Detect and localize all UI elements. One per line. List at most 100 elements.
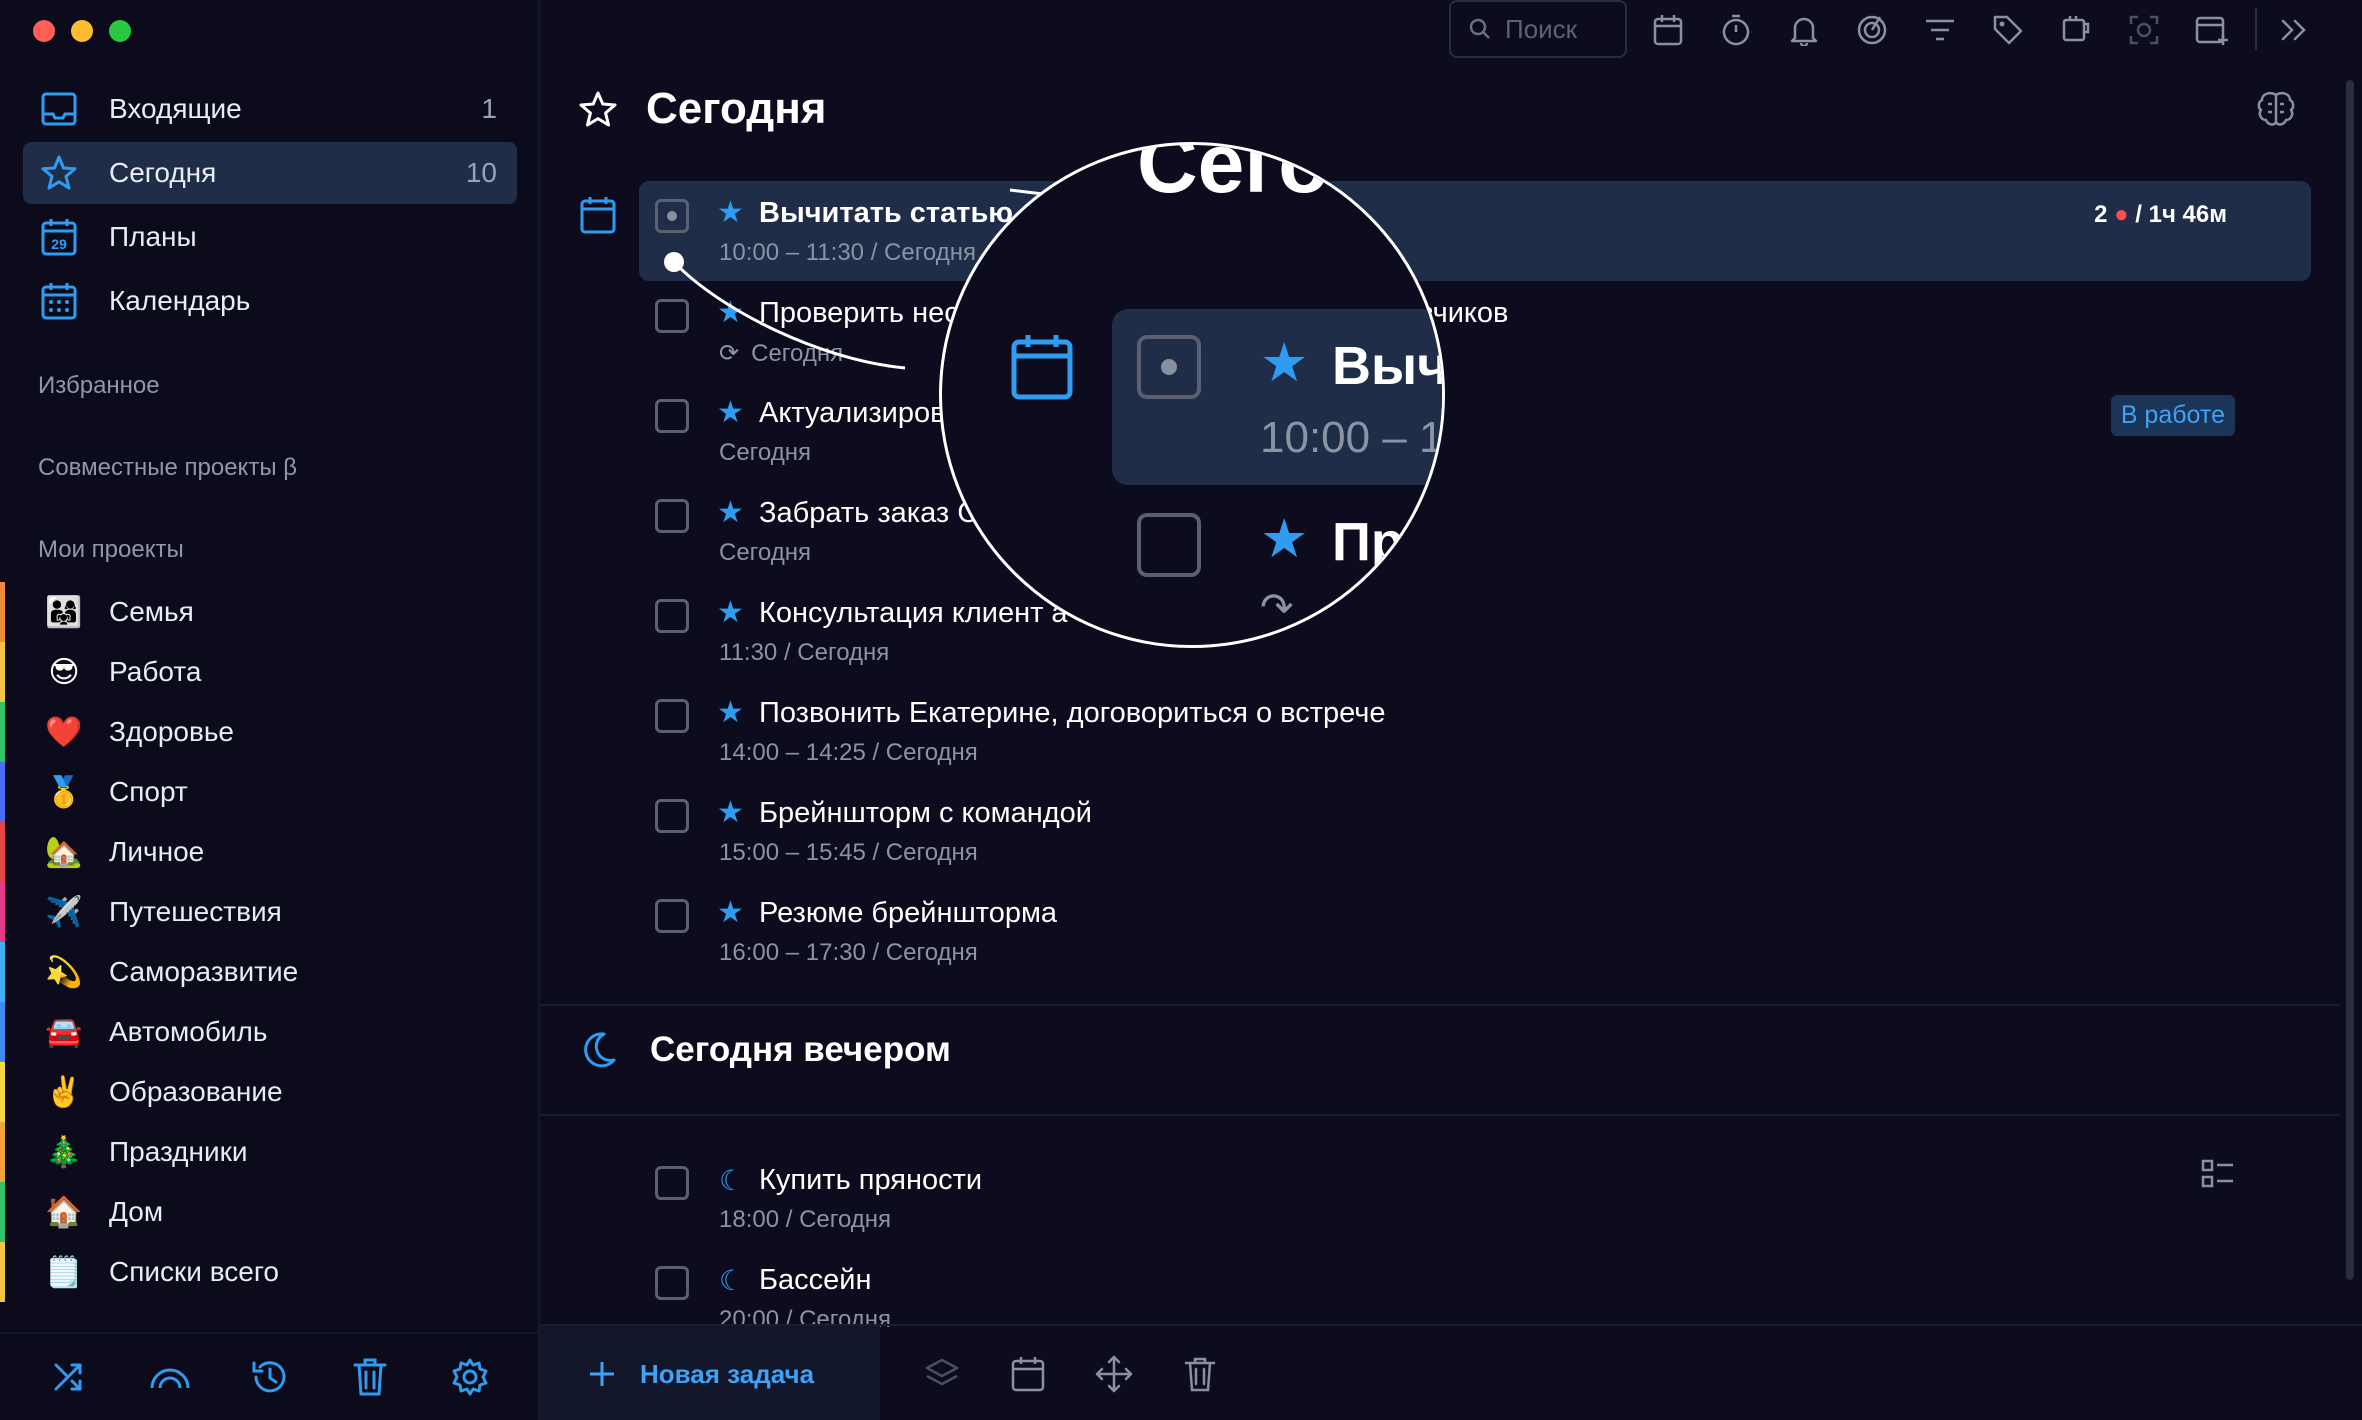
move-button[interactable] [1092, 1352, 1136, 1396]
layers-icon [925, 1358, 959, 1386]
new-task-label: Новая задача [640, 1358, 815, 1389]
project-item[interactable]: 😎 Работа [0, 642, 540, 702]
task-row[interactable]: ★ Забрать заказ С Сегодня [639, 481, 2311, 581]
task-checkbox[interactable] [655, 199, 689, 233]
star-icon: ★ [717, 696, 744, 729]
arc-icon [150, 1368, 190, 1389]
focus-toolbar-button[interactable] [1852, 10, 1892, 50]
project-item[interactable]: 🏡 Личное [0, 822, 540, 882]
moon-icon [584, 1032, 616, 1068]
bell-icon [1790, 17, 1818, 46]
magnified-task-title: Пр [1332, 512, 1404, 572]
close-window-button[interactable] [33, 20, 55, 42]
project-item[interactable]: 👨‍👩‍👧 Семья [0, 582, 540, 642]
project-label: Здоровье [109, 716, 235, 747]
schedule-button[interactable] [1006, 1352, 1050, 1396]
project-color-bar [0, 942, 5, 1002]
task-row[interactable]: ★ Вычитать статью с правки 10:00 – 11:30… [639, 181, 2311, 281]
task-checkbox[interactable] [655, 499, 689, 533]
rainbow-button[interactable] [146, 1353, 194, 1401]
scrollbar[interactable] [2346, 80, 2354, 1280]
sidebar-bottom-bar [0, 1332, 540, 1420]
shared-projects-section-title[interactable]: Совместные проекты β [38, 454, 297, 482]
red-dot-icon: ● [2114, 201, 2129, 228]
minimize-window-button[interactable] [71, 20, 93, 42]
project-emoji-icon: 😎 [48, 655, 80, 689]
brain-button[interactable] [2256, 90, 2296, 133]
task-checkbox[interactable] [655, 1166, 689, 1200]
project-item[interactable]: 🏠 Дом [0, 1182, 540, 1242]
nav-calendar[interactable]: Календарь [23, 270, 517, 332]
moon-icon: ☾ [719, 1165, 745, 1196]
nav-plans[interactable]: 29 Планы [23, 206, 517, 268]
task-checkbox[interactable] [655, 699, 689, 733]
maximize-window-button[interactable] [109, 20, 131, 42]
magnified-checkbox [1137, 335, 1201, 399]
project-item[interactable]: 💫 Саморазвитие [0, 942, 540, 1002]
collapse-panel-button[interactable] [2274, 10, 2314, 50]
break-toolbar-button[interactable] [2056, 10, 2096, 50]
task-checkbox[interactable] [655, 799, 689, 833]
task-checkbox[interactable] [655, 599, 689, 633]
notifications-toolbar-button[interactable] [1784, 10, 1824, 50]
project-label: Образование [109, 1076, 283, 1107]
add-event-toolbar-button[interactable] [2192, 10, 2232, 50]
task-row[interactable]: ★ Консультация клиент а 11:30 / Сегодня [639, 581, 2311, 681]
calendar-toolbar-button[interactable] [1648, 10, 1688, 50]
task-row[interactable]: ★ Актуализировать Сегодня В работе [639, 381, 2311, 481]
screenshot-toolbar-button[interactable] [2124, 10, 2164, 50]
task-meta: 15:00 – 15:45 / Сегодня [719, 839, 978, 866]
repeat-icon: ⟳ [719, 340, 740, 367]
task-checkbox[interactable] [655, 399, 689, 433]
task-checkbox[interactable] [655, 299, 689, 333]
project-item[interactable]: ✈️ Путешествия [0, 882, 540, 942]
evening-section-header: Сегодня вечером [578, 1030, 951, 1070]
project-emoji-icon: 💫 [45, 955, 83, 989]
task-checkbox[interactable] [655, 1266, 689, 1300]
task-row[interactable]: ☾ Купить пряности 18:00 / Сегодня [639, 1148, 2311, 1248]
project-emoji-icon: 🏡 [45, 835, 83, 869]
favorites-section-title[interactable]: Избранное [38, 372, 160, 400]
delete-button[interactable] [1178, 1352, 1222, 1396]
task-row[interactable]: ★ Резюме брейншторма 16:00 – 17:30 / Сег… [639, 881, 2311, 981]
task-row[interactable]: ★ Проверить несколько свежих документов … [639, 281, 2311, 381]
star-icon: ★ [717, 196, 744, 229]
checklist-icon[interactable] [2201, 1158, 2235, 1195]
layers-button[interactable] [920, 1352, 964, 1396]
my-projects-section-title[interactable]: Мои проекты [38, 536, 184, 564]
project-color-bar [0, 1062, 5, 1122]
nav-today[interactable]: Сегодня 10 [23, 142, 517, 204]
star-icon: ★ [717, 796, 744, 829]
project-emoji-icon: 🥇 [45, 775, 83, 809]
task-checkbox[interactable] [655, 899, 689, 933]
timer-toolbar-button[interactable] [1716, 10, 1756, 50]
star-icon: ★ [717, 296, 744, 329]
project-color-bar [0, 1122, 5, 1182]
nav-inbox-label: Входящие [109, 93, 242, 124]
project-item[interactable]: ✌️ Образование [0, 1062, 540, 1122]
task-row[interactable]: ★ Позвонить Екатерине, договориться о вс… [639, 681, 2311, 781]
project-item[interactable]: ❤️ Здоровье [0, 702, 540, 762]
trash-button[interactable] [346, 1353, 394, 1401]
calendar-task-icon [580, 196, 616, 239]
new-task-button[interactable]: Новая задача [540, 1326, 880, 1420]
task-row[interactable]: ★ Брейншторм с командой 15:00 – 15:45 / … [639, 781, 2311, 881]
settings-button[interactable] [446, 1353, 494, 1401]
history-button[interactable] [246, 1353, 294, 1401]
filter-toolbar-button[interactable] [1920, 10, 1960, 50]
project-color-bar [0, 882, 5, 942]
star-icon: ★ [717, 396, 744, 429]
project-item[interactable]: 🚘 Автомобиль [0, 1002, 540, 1062]
search-input[interactable]: Поиск [1449, 0, 1627, 58]
project-item[interactable]: 🥇 Спорт [0, 762, 540, 822]
project-emoji-icon: 🏠 [45, 1195, 83, 1229]
nav-inbox[interactable]: Входящие 1 [23, 78, 517, 140]
shuffle-button[interactable] [46, 1353, 94, 1401]
cup-icon [2062, 16, 2090, 42]
project-item[interactable]: 🎄 Праздники [0, 1122, 540, 1182]
shuffle-icon [54, 1363, 82, 1391]
task-pomodoro-count: 2 [2094, 201, 2108, 228]
project-item[interactable]: 🗒️ Списки всего [0, 1242, 540, 1302]
status-badge[interactable]: В работе [2110, 395, 2235, 436]
tags-toolbar-button[interactable] [1988, 10, 2028, 50]
